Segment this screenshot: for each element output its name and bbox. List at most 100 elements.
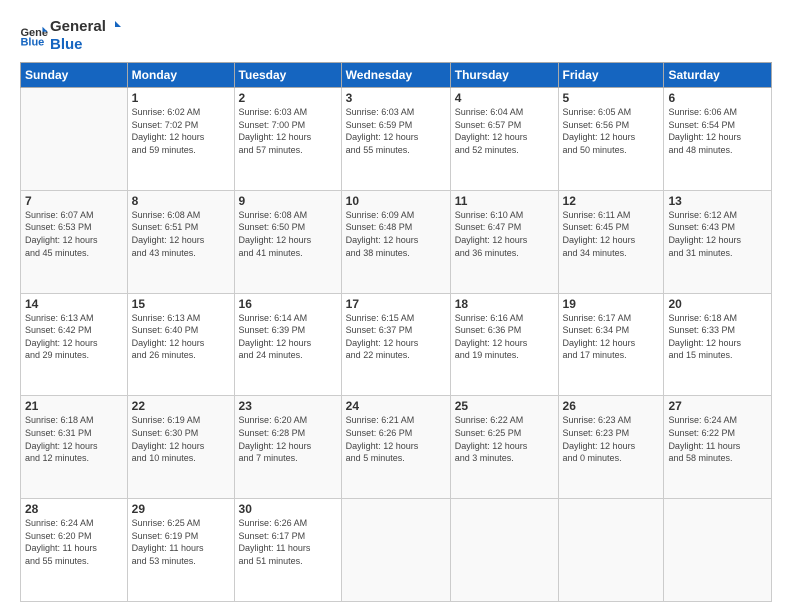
calendar-cell	[341, 499, 450, 602]
day-info: Sunrise: 6:16 AM Sunset: 6:36 PM Dayligh…	[455, 312, 554, 362]
day-info: Sunrise: 6:13 AM Sunset: 6:42 PM Dayligh…	[25, 312, 123, 362]
calendar-cell: 24Sunrise: 6:21 AM Sunset: 6:26 PM Dayli…	[341, 396, 450, 499]
calendar-cell: 9Sunrise: 6:08 AM Sunset: 6:50 PM Daylig…	[234, 190, 341, 293]
calendar-cell	[21, 88, 128, 191]
day-info: Sunrise: 6:18 AM Sunset: 6:31 PM Dayligh…	[25, 414, 123, 464]
day-number: 20	[668, 297, 767, 311]
day-number: 15	[132, 297, 230, 311]
calendar-cell: 11Sunrise: 6:10 AM Sunset: 6:47 PM Dayli…	[450, 190, 558, 293]
day-info: Sunrise: 6:25 AM Sunset: 6:19 PM Dayligh…	[132, 517, 230, 567]
col-header-thursday: Thursday	[450, 63, 558, 88]
calendar-cell: 12Sunrise: 6:11 AM Sunset: 6:45 PM Dayli…	[558, 190, 664, 293]
calendar-cell: 29Sunrise: 6:25 AM Sunset: 6:19 PM Dayli…	[127, 499, 234, 602]
calendar-cell: 23Sunrise: 6:20 AM Sunset: 6:28 PM Dayli…	[234, 396, 341, 499]
day-number: 17	[346, 297, 446, 311]
calendar-cell: 5Sunrise: 6:05 AM Sunset: 6:56 PM Daylig…	[558, 88, 664, 191]
day-number: 29	[132, 502, 230, 516]
calendar-cell: 18Sunrise: 6:16 AM Sunset: 6:36 PM Dayli…	[450, 293, 558, 396]
day-number: 25	[455, 399, 554, 413]
logo: General Blue General Blue	[20, 18, 122, 54]
calendar-cell: 15Sunrise: 6:13 AM Sunset: 6:40 PM Dayli…	[127, 293, 234, 396]
calendar-cell	[664, 499, 772, 602]
calendar-cell: 20Sunrise: 6:18 AM Sunset: 6:33 PM Dayli…	[664, 293, 772, 396]
col-header-saturday: Saturday	[664, 63, 772, 88]
calendar-cell: 21Sunrise: 6:18 AM Sunset: 6:31 PM Dayli…	[21, 396, 128, 499]
day-info: Sunrise: 6:20 AM Sunset: 6:28 PM Dayligh…	[239, 414, 337, 464]
day-number: 23	[239, 399, 337, 413]
day-info: Sunrise: 6:15 AM Sunset: 6:37 PM Dayligh…	[346, 312, 446, 362]
calendar-cell: 16Sunrise: 6:14 AM Sunset: 6:39 PM Dayli…	[234, 293, 341, 396]
day-number: 3	[346, 91, 446, 105]
day-number: 9	[239, 194, 337, 208]
day-info: Sunrise: 6:11 AM Sunset: 6:45 PM Dayligh…	[563, 209, 660, 259]
calendar-cell: 7Sunrise: 6:07 AM Sunset: 6:53 PM Daylig…	[21, 190, 128, 293]
logo-line1: General	[50, 18, 122, 36]
day-info: Sunrise: 6:03 AM Sunset: 6:59 PM Dayligh…	[346, 106, 446, 156]
day-info: Sunrise: 6:07 AM Sunset: 6:53 PM Dayligh…	[25, 209, 123, 259]
calendar-cell: 14Sunrise: 6:13 AM Sunset: 6:42 PM Dayli…	[21, 293, 128, 396]
day-info: Sunrise: 6:08 AM Sunset: 6:51 PM Dayligh…	[132, 209, 230, 259]
calendar-cell: 22Sunrise: 6:19 AM Sunset: 6:30 PM Dayli…	[127, 396, 234, 499]
day-info: Sunrise: 6:24 AM Sunset: 6:22 PM Dayligh…	[668, 414, 767, 464]
day-number: 13	[668, 194, 767, 208]
day-info: Sunrise: 6:05 AM Sunset: 6:56 PM Dayligh…	[563, 106, 660, 156]
day-info: Sunrise: 6:04 AM Sunset: 6:57 PM Dayligh…	[455, 106, 554, 156]
day-number: 22	[132, 399, 230, 413]
day-number: 6	[668, 91, 767, 105]
calendar-cell: 4Sunrise: 6:04 AM Sunset: 6:57 PM Daylig…	[450, 88, 558, 191]
day-number: 10	[346, 194, 446, 208]
day-info: Sunrise: 6:13 AM Sunset: 6:40 PM Dayligh…	[132, 312, 230, 362]
day-number: 16	[239, 297, 337, 311]
day-number: 7	[25, 194, 123, 208]
calendar-cell: 25Sunrise: 6:22 AM Sunset: 6:25 PM Dayli…	[450, 396, 558, 499]
day-info: Sunrise: 6:24 AM Sunset: 6:20 PM Dayligh…	[25, 517, 123, 567]
day-number: 4	[455, 91, 554, 105]
day-number: 5	[563, 91, 660, 105]
calendar-cell	[450, 499, 558, 602]
col-header-tuesday: Tuesday	[234, 63, 341, 88]
day-number: 21	[25, 399, 123, 413]
day-info: Sunrise: 6:12 AM Sunset: 6:43 PM Dayligh…	[668, 209, 767, 259]
day-number: 14	[25, 297, 123, 311]
day-number: 2	[239, 91, 337, 105]
day-info: Sunrise: 6:26 AM Sunset: 6:17 PM Dayligh…	[239, 517, 337, 567]
calendar-cell: 10Sunrise: 6:09 AM Sunset: 6:48 PM Dayli…	[341, 190, 450, 293]
calendar-cell: 8Sunrise: 6:08 AM Sunset: 6:51 PM Daylig…	[127, 190, 234, 293]
day-info: Sunrise: 6:14 AM Sunset: 6:39 PM Dayligh…	[239, 312, 337, 362]
calendar-cell: 3Sunrise: 6:03 AM Sunset: 6:59 PM Daylig…	[341, 88, 450, 191]
day-info: Sunrise: 6:09 AM Sunset: 6:48 PM Dayligh…	[346, 209, 446, 259]
logo-line2: Blue	[50, 36, 122, 54]
day-info: Sunrise: 6:19 AM Sunset: 6:30 PM Dayligh…	[132, 414, 230, 464]
day-info: Sunrise: 6:06 AM Sunset: 6:54 PM Dayligh…	[668, 106, 767, 156]
day-info: Sunrise: 6:21 AM Sunset: 6:26 PM Dayligh…	[346, 414, 446, 464]
calendar-cell	[558, 499, 664, 602]
calendar-cell: 30Sunrise: 6:26 AM Sunset: 6:17 PM Dayli…	[234, 499, 341, 602]
day-info: Sunrise: 6:10 AM Sunset: 6:47 PM Dayligh…	[455, 209, 554, 259]
col-header-friday: Friday	[558, 63, 664, 88]
calendar-cell: 19Sunrise: 6:17 AM Sunset: 6:34 PM Dayli…	[558, 293, 664, 396]
calendar-cell: 27Sunrise: 6:24 AM Sunset: 6:22 PM Dayli…	[664, 396, 772, 499]
day-info: Sunrise: 6:18 AM Sunset: 6:33 PM Dayligh…	[668, 312, 767, 362]
day-number: 28	[25, 502, 123, 516]
day-number: 12	[563, 194, 660, 208]
day-number: 11	[455, 194, 554, 208]
day-number: 26	[563, 399, 660, 413]
calendar-cell: 26Sunrise: 6:23 AM Sunset: 6:23 PM Dayli…	[558, 396, 664, 499]
calendar-cell: 17Sunrise: 6:15 AM Sunset: 6:37 PM Dayli…	[341, 293, 450, 396]
day-info: Sunrise: 6:08 AM Sunset: 6:50 PM Dayligh…	[239, 209, 337, 259]
day-number: 19	[563, 297, 660, 311]
day-number: 1	[132, 91, 230, 105]
day-info: Sunrise: 6:22 AM Sunset: 6:25 PM Dayligh…	[455, 414, 554, 464]
calendar-cell: 6Sunrise: 6:06 AM Sunset: 6:54 PM Daylig…	[664, 88, 772, 191]
day-number: 30	[239, 502, 337, 516]
calendar-cell: 28Sunrise: 6:24 AM Sunset: 6:20 PM Dayli…	[21, 499, 128, 602]
calendar-cell: 1Sunrise: 6:02 AM Sunset: 7:02 PM Daylig…	[127, 88, 234, 191]
day-info: Sunrise: 6:02 AM Sunset: 7:02 PM Dayligh…	[132, 106, 230, 156]
day-number: 8	[132, 194, 230, 208]
day-number: 24	[346, 399, 446, 413]
calendar: SundayMondayTuesdayWednesdayThursdayFrid…	[20, 62, 772, 602]
svg-text:Blue: Blue	[20, 36, 44, 47]
day-number: 27	[668, 399, 767, 413]
calendar-cell: 2Sunrise: 6:03 AM Sunset: 7:00 PM Daylig…	[234, 88, 341, 191]
day-number: 18	[455, 297, 554, 311]
